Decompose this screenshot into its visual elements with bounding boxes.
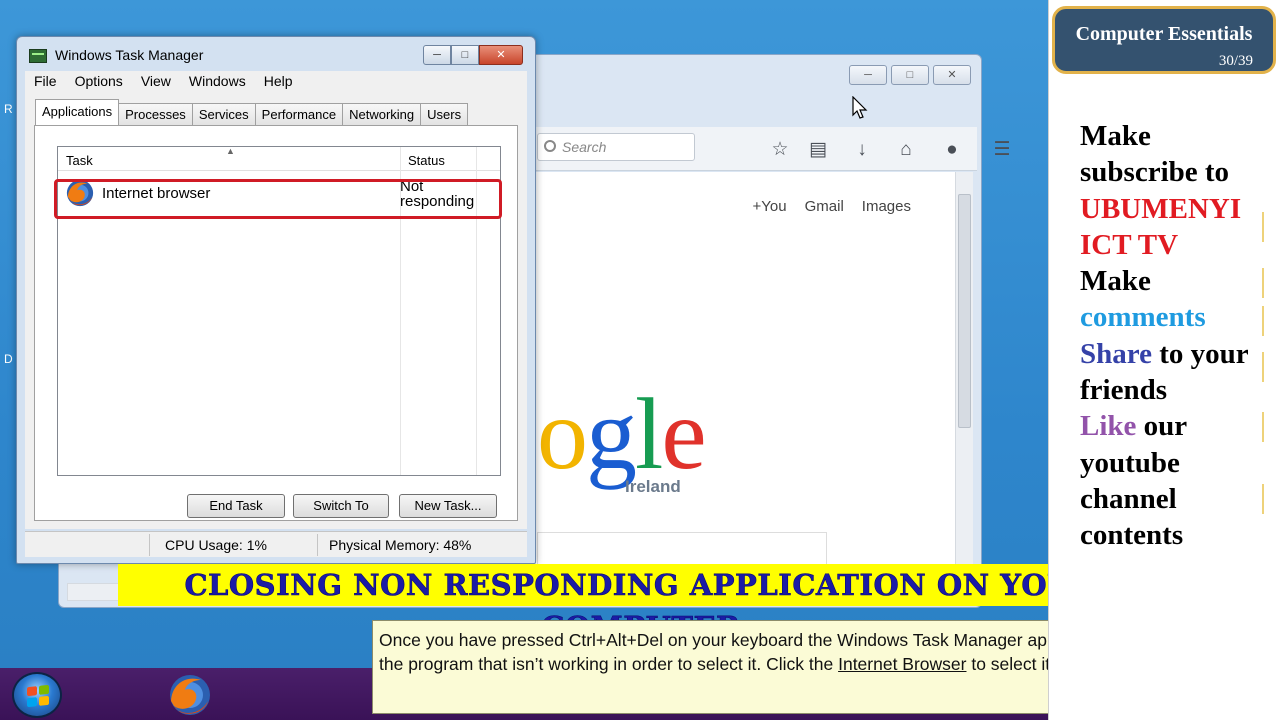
status-bar: CPU Usage: 1% Physical Memory: 48% bbox=[25, 531, 527, 557]
search-input[interactable]: Search bbox=[537, 133, 695, 161]
menu-options[interactable]: Options bbox=[66, 71, 132, 93]
maximize-button[interactable]: □ bbox=[451, 45, 479, 65]
status-divider bbox=[149, 534, 150, 556]
applications-panel: Task ▲ Status Internet browser Not respo… bbox=[34, 125, 518, 521]
menu-help[interactable]: Help bbox=[255, 71, 302, 93]
column-header-status[interactable]: Status bbox=[408, 153, 445, 168]
end-task-button[interactable]: End Task bbox=[187, 494, 285, 518]
promo-comments: comments bbox=[1080, 301, 1206, 334]
slide-counter: 30/39 bbox=[1218, 53, 1253, 69]
status-divider bbox=[317, 534, 318, 556]
tab-strip: Applications Processes Services Performa… bbox=[35, 99, 469, 125]
physical-memory: Physical Memory: 48% bbox=[329, 537, 472, 553]
menu-windows[interactable]: Windows bbox=[180, 71, 255, 93]
hamburger-menu-icon[interactable]: ☰ bbox=[991, 139, 1013, 161]
mouse-cursor-icon bbox=[852, 96, 868, 119]
task-manager-app-icon bbox=[29, 49, 47, 63]
cpu-usage: CPU Usage: 1% bbox=[165, 537, 267, 553]
browser-content: +You Gmail Images ogle Ireland bbox=[535, 172, 955, 602]
tab-performance[interactable]: Performance bbox=[254, 103, 344, 125]
menu-view[interactable]: View bbox=[132, 71, 180, 93]
search-placeholder: Search bbox=[562, 139, 607, 155]
sort-arrow-icon: ▲ bbox=[226, 146, 235, 156]
download-icon[interactable]: ↓ bbox=[851, 139, 873, 161]
headline-text: CLOSING NON RESPONDING APPLICATION ON YO… bbox=[184, 568, 1097, 645]
switch-to-button[interactable]: Switch To bbox=[293, 494, 389, 518]
channel-name: UBUMENYI ICT TV bbox=[1080, 192, 1242, 261]
promo-share: Share bbox=[1080, 337, 1152, 370]
google-logo-region: Ireland bbox=[625, 477, 681, 496]
tab-services[interactable]: Services bbox=[191, 103, 256, 125]
column-header-task[interactable]: Task bbox=[66, 153, 93, 168]
tab-users[interactable]: Users bbox=[420, 103, 469, 125]
google-search-field[interactable] bbox=[537, 532, 827, 568]
tab-applications[interactable]: Applications bbox=[35, 99, 120, 125]
promo-like: Like bbox=[1080, 410, 1137, 443]
link-gmail[interactable]: Gmail bbox=[805, 198, 844, 215]
browser-toolbar: Search ☆ ▤ ↓ ⌂ ● ☰ bbox=[535, 127, 1011, 171]
task-manager-window[interactable]: Windows Task Manager ─ □ ✕ File Options … bbox=[16, 36, 536, 564]
google-logo: ogle bbox=[537, 378, 707, 491]
tab-networking[interactable]: Networking bbox=[342, 103, 422, 125]
bookmark-star-icon[interactable]: ☆ bbox=[769, 139, 791, 161]
task-manager-titlebar[interactable]: Windows Task Manager ─ □ ✕ bbox=[17, 37, 535, 73]
browser-vertical-scrollbar[interactable] bbox=[955, 172, 973, 602]
selection-highlight bbox=[54, 179, 502, 219]
close-button[interactable]: ✕ bbox=[479, 45, 523, 65]
link-images[interactable]: Images bbox=[862, 198, 911, 215]
close-button[interactable]: ✕ bbox=[933, 65, 971, 85]
window-title: Windows Task Manager bbox=[55, 47, 204, 63]
maximize-button[interactable]: □ bbox=[891, 65, 929, 85]
scrollbar-thumb[interactable] bbox=[958, 194, 971, 428]
new-task-button[interactable]: New Task... bbox=[399, 494, 497, 518]
promo-line: Make bbox=[1080, 265, 1151, 298]
menu-bar: File Options View Windows Help bbox=[25, 71, 527, 93]
instruction-text-end: to select it. bbox=[966, 653, 1055, 674]
headline-banner: CLOSING NON RESPONDING APPLICATION ON YO… bbox=[118, 564, 1164, 645]
tab-processes[interactable]: Processes bbox=[118, 103, 193, 125]
task-manager-body: Applications Processes Services Performa… bbox=[25, 93, 527, 529]
link-plus-you[interactable]: +You bbox=[753, 198, 787, 215]
menu-file[interactable]: File bbox=[25, 71, 66, 93]
start-button[interactable] bbox=[12, 672, 62, 718]
minimize-button[interactable]: ─ bbox=[423, 45, 451, 65]
minimize-button[interactable]: ─ bbox=[849, 65, 887, 85]
search-icon bbox=[544, 140, 556, 152]
home-icon[interactable]: ⌂ bbox=[895, 139, 917, 161]
task-list-header: Task ▲ Status bbox=[58, 146, 500, 171]
taskbar-firefox-icon[interactable] bbox=[164, 672, 216, 718]
instruction-highlight-word: Internet Browser bbox=[838, 653, 967, 674]
course-badge: Computer Essentials 30/39 bbox=[1052, 6, 1276, 74]
google-top-links: +You Gmail Images bbox=[753, 198, 911, 215]
desktop-icon-label-fragment: R bbox=[4, 102, 13, 116]
chat-icon[interactable]: ● bbox=[941, 139, 963, 161]
promo-line: Make subscribe to bbox=[1080, 120, 1230, 189]
course-title: Computer Essentials bbox=[1075, 23, 1253, 45]
reading-list-icon[interactable]: ▤ bbox=[807, 139, 829, 161]
desktop-icon-label-fragment: D bbox=[4, 352, 13, 366]
window-caption-buttons: ─ □ ✕ bbox=[423, 45, 523, 65]
browser-caption-buttons: ─ □ ✕ bbox=[849, 65, 971, 85]
promo-text: Make subscribe to UBUMENYI ICT TV Make c… bbox=[1080, 118, 1270, 554]
windows-logo-icon bbox=[27, 684, 49, 708]
task-list[interactable]: Task ▲ Status Internet browser Not respo… bbox=[54, 146, 502, 476]
